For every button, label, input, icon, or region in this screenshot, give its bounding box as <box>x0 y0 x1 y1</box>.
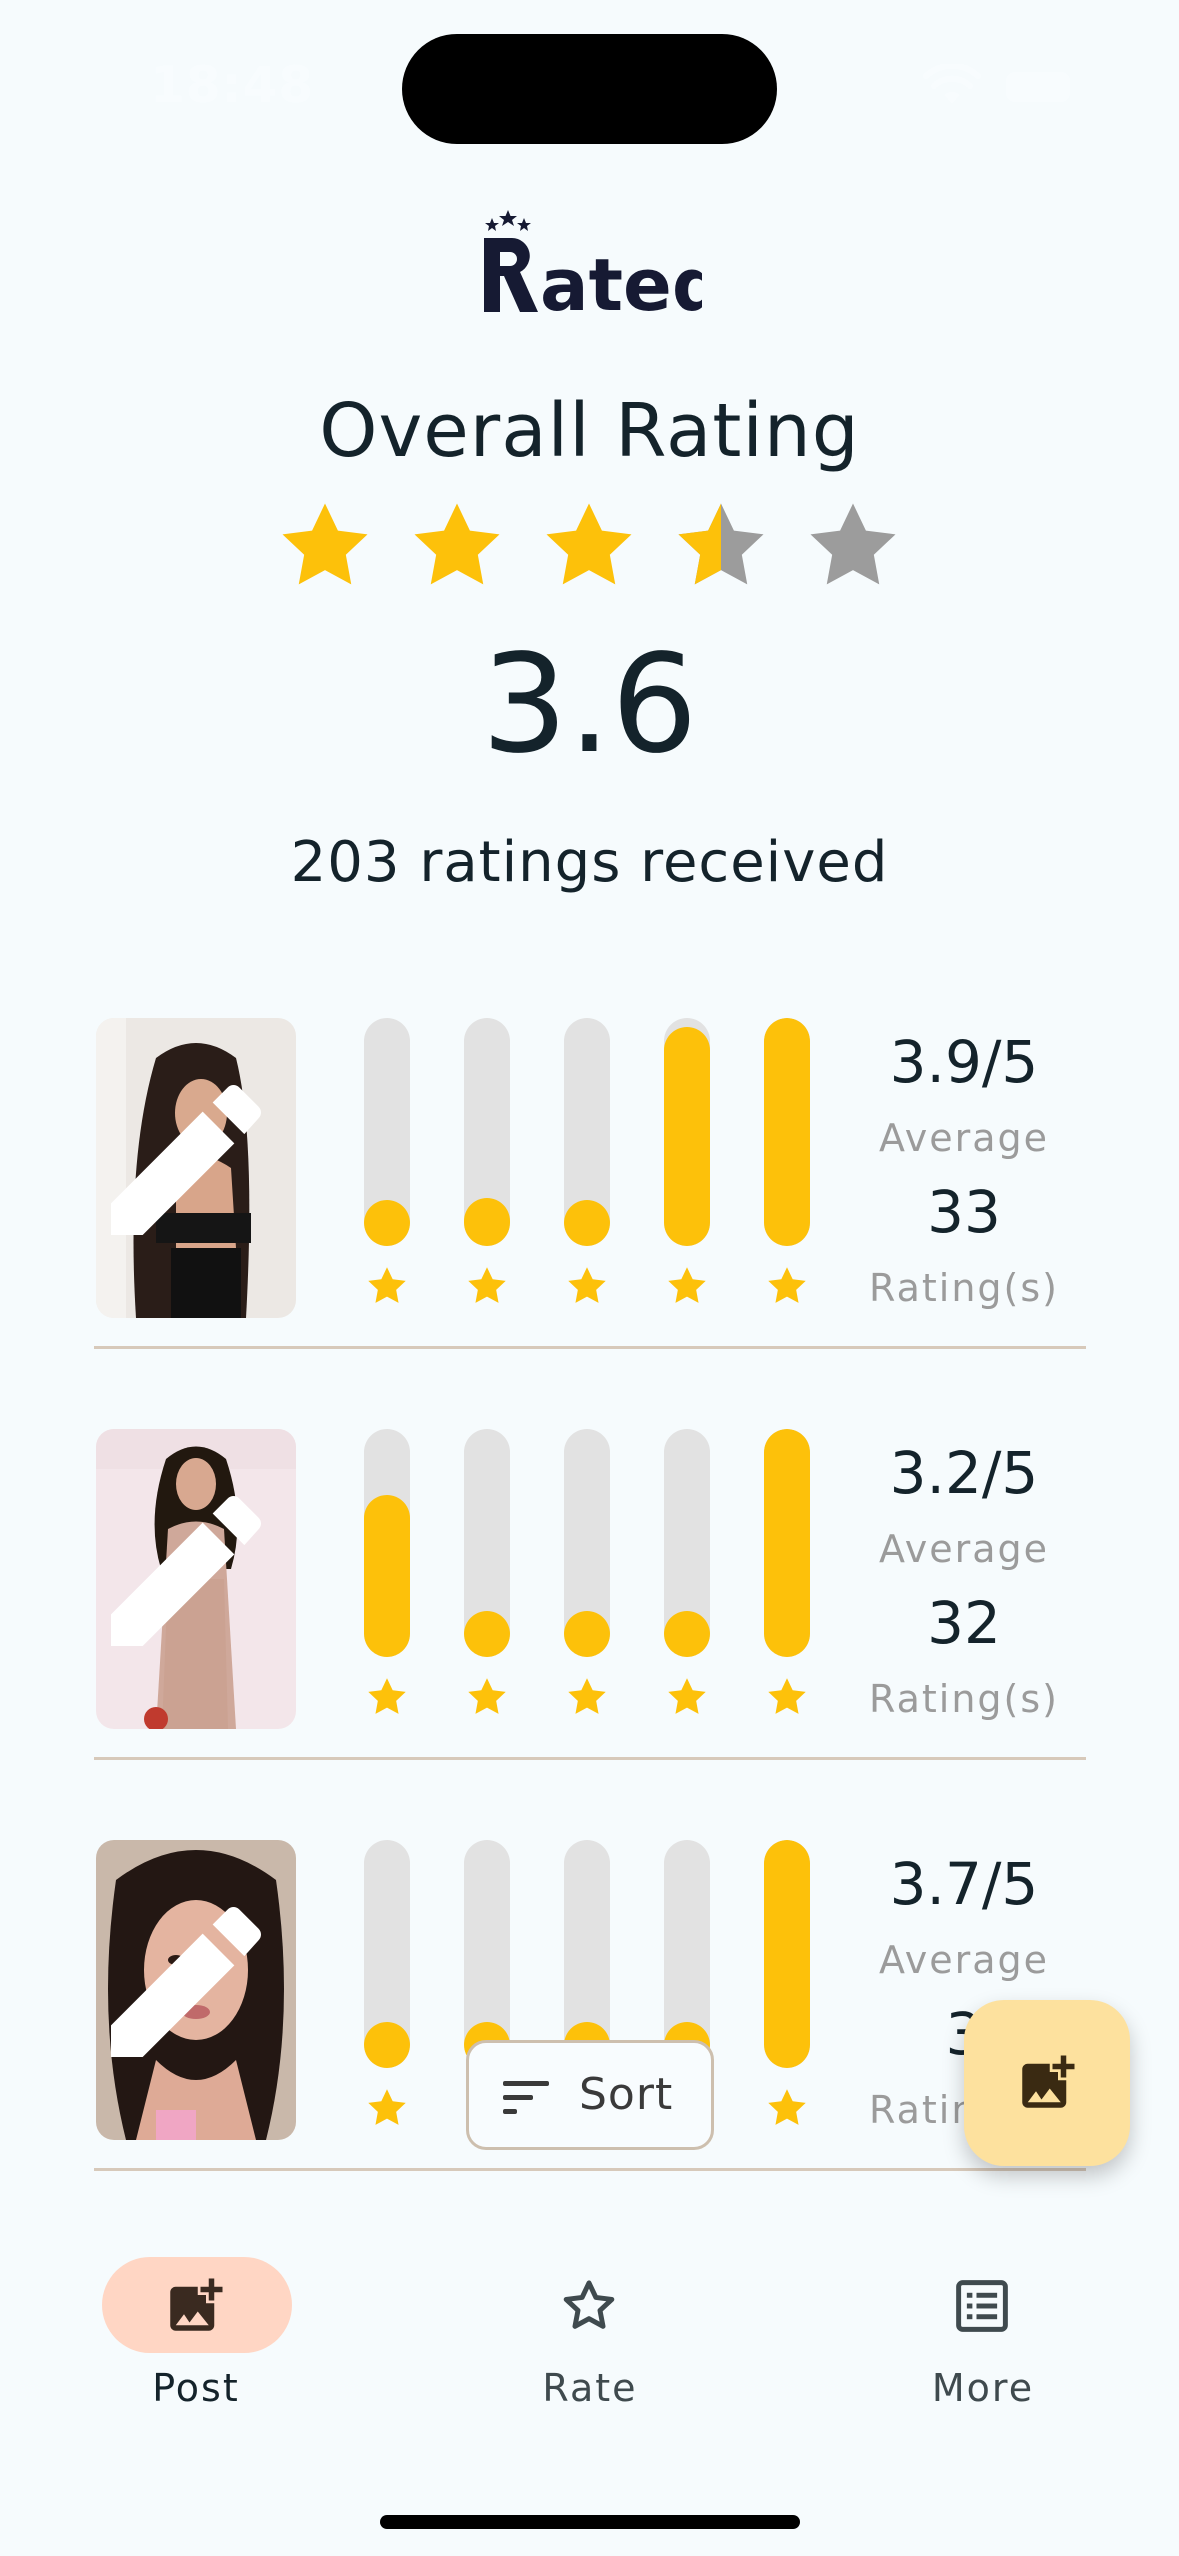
sort-label: Sort <box>579 2069 674 2120</box>
star-icon <box>668 1678 706 1714</box>
add-photo-icon <box>170 2278 223 2331</box>
average-value: 3.7/5 <box>889 1850 1039 1918</box>
status-time: 18:48 <box>150 56 315 114</box>
ratings-received-count: 203 ratings received <box>290 830 889 895</box>
post-photo[interactable] <box>96 1840 296 2140</box>
star-half-icon <box>678 503 764 585</box>
list-icon <box>956 2280 1008 2332</box>
wifi-icon <box>923 64 981 104</box>
post-rating-card[interactable]: 3.9/5 Average 33 Rating(s) <box>94 1018 1086 1428</box>
star-icon <box>768 1267 806 1303</box>
rating-count-label: Rating(s) <box>869 1677 1059 1721</box>
average-value: 3.9/5 <box>889 1028 1039 1096</box>
rating-bar-3-star <box>564 1429 610 1657</box>
bar-fill <box>564 1200 610 1246</box>
bar-fill <box>364 1495 410 1657</box>
rating-count-label: Rating(s) <box>869 1266 1059 1310</box>
bar-fill <box>664 1027 710 1246</box>
divider <box>94 2168 1086 2171</box>
nav-post[interactable]: Post <box>76 2230 316 2430</box>
rating-bar-2-star <box>464 1840 510 2068</box>
overall-star-rating <box>275 496 915 596</box>
nav-label: Rate <box>542 2366 638 2410</box>
bar-fill <box>464 1611 510 1657</box>
nav-rate[interactable]: Rate <box>470 2230 710 2430</box>
star-icon <box>546 503 632 585</box>
post-photo[interactable] <box>96 1018 296 1318</box>
star-icon <box>568 1678 606 1714</box>
nav-more[interactable]: More <box>863 2230 1103 2430</box>
star-icon <box>414 503 500 585</box>
rating-bar-2-star <box>464 1018 510 1246</box>
rating-count: 33 <box>927 1178 1001 1246</box>
rating-bar-5-star <box>764 1018 810 1246</box>
average-label: Average <box>878 1938 1050 1982</box>
rating-bar-1-star <box>364 1840 410 2068</box>
star-icon <box>468 1678 506 1714</box>
star-icon <box>768 1678 806 1714</box>
star-icon <box>468 1267 506 1303</box>
divider <box>94 1346 1086 1349</box>
star-icon <box>368 1267 406 1303</box>
bottom-navigation: Post Rate More <box>0 2230 1179 2430</box>
rating-bar-3-star <box>564 1840 610 2068</box>
add-photo-fab[interactable] <box>964 2000 1130 2166</box>
bar-fill <box>764 1429 810 1657</box>
average-label: Average <box>878 1116 1050 1160</box>
svg-text:ated: ated <box>540 243 702 314</box>
rating-bar-5-star <box>764 1429 810 1657</box>
divider <box>94 1757 1086 1760</box>
home-indicator <box>380 2515 800 2529</box>
app-logo: ated <box>484 210 702 314</box>
post-rating-card[interactable]: 3.2/5 Average 32 Rating(s) <box>94 1429 1086 1839</box>
bar-fill <box>464 1198 510 1246</box>
overall-rating-value: 3.6 <box>481 626 698 784</box>
dynamic-island <box>402 34 777 144</box>
bar-fill <box>564 1611 610 1657</box>
rating-count: 32 <box>927 1589 1001 1657</box>
rating-bar-4-star <box>664 1018 710 1246</box>
bar-fill <box>364 2022 410 2068</box>
star-icon <box>768 2089 806 2125</box>
rating-bar-5-star <box>764 1840 810 2068</box>
post-photo[interactable] <box>96 1429 296 1729</box>
rating-bar-1-star <box>364 1018 410 1246</box>
rating-bar-1-star <box>364 1429 410 1657</box>
add-photo-icon <box>1022 2055 1075 2108</box>
average-value: 3.2/5 <box>889 1439 1039 1507</box>
star-outline-icon <box>563 2280 615 2329</box>
pencil-icon[interactable] <box>96 1429 286 1721</box>
star-icon <box>668 1267 706 1303</box>
sort-button[interactable]: Sort <box>466 2040 714 2150</box>
bar-fill <box>364 1200 410 1246</box>
sort-lines-icon <box>503 2081 549 2114</box>
rating-bar-4-star <box>664 1429 710 1657</box>
status-bar: 18:48 <box>0 0 1179 150</box>
rating-bar-4-star <box>664 1840 710 2068</box>
rating-bar-2-star <box>464 1429 510 1657</box>
bar-fill <box>664 1611 710 1657</box>
star-icon <box>568 1267 606 1303</box>
average-label: Average <box>878 1527 1050 1571</box>
rating-bar-3-star <box>564 1018 610 1246</box>
nav-label: Post <box>152 2366 240 2410</box>
star-icon <box>282 503 368 585</box>
battery-icon <box>1006 72 1070 102</box>
star-icon <box>368 2089 406 2125</box>
star-icon <box>368 1678 406 1714</box>
pencil-icon[interactable] <box>96 1840 286 2132</box>
star-empty-icon <box>810 503 896 585</box>
nav-label: More <box>931 2366 1035 2410</box>
overall-rating-title: Overall Rating <box>319 388 860 474</box>
bar-fill <box>764 1840 810 2068</box>
pencil-icon[interactable] <box>96 1018 286 1310</box>
bar-fill <box>764 1018 810 1246</box>
